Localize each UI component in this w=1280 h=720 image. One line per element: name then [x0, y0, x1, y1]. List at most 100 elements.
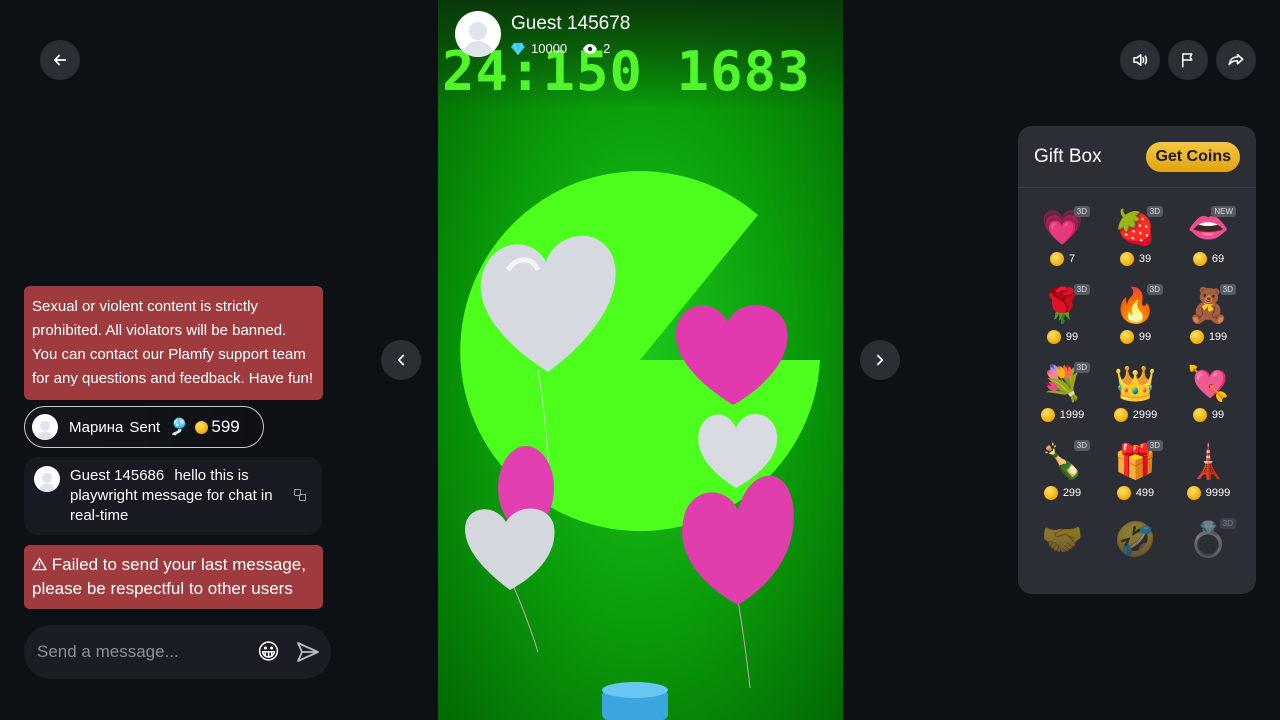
- speaker-icon: [1133, 54, 1148, 66]
- report-button[interactable]: [1168, 40, 1208, 80]
- diamond-count: 10000: [511, 41, 567, 56]
- gift-item-heart-arrow[interactable]: 💘 99: [1172, 358, 1245, 436]
- gift-item-ring[interactable]: 3D 💍: [1172, 514, 1245, 592]
- chat-message: Guest 145686 hello this is playwright me…: [24, 457, 322, 535]
- gift-box-panel: Gift Box Get Coins 3D 💗 7 3D 🍓 39 NEW 👄 69 3D 🌹 99 3…: [1018, 126, 1256, 594]
- gift-grid: 3D 💗 7 3D 🍓 39 NEW 👄 69 3D 🌹 99 3D 🔥 99 3D 🧸 199 3D 💐 1999 👑 2…: [1018, 188, 1256, 592]
- gift-item-fire[interactable]: 3D 🔥 99: [1099, 280, 1172, 358]
- coin-icon: [1043, 486, 1058, 500]
- gift-price-value: 2999: [1132, 409, 1158, 421]
- stream-video[interactable]: 24:150 1683 Guest 145678 10000 2: [438, 0, 843, 720]
- gift-price-value: 99: [1211, 409, 1225, 421]
- gift-item-gift-box-heart[interactable]: 3D 🎁 499: [1099, 436, 1172, 514]
- warning-icon: [32, 557, 47, 571]
- coin-icon: [1116, 486, 1131, 500]
- sent-label: Sent: [129, 418, 161, 436]
- previous-stream-button[interactable]: [381, 340, 421, 380]
- gift-price: 39: [1119, 252, 1152, 266]
- gift-badge: NEW: [1211, 206, 1236, 217]
- gift-badge: 3D: [1146, 440, 1163, 451]
- gift-badge: 3D: [1073, 206, 1090, 217]
- gift-item-rose[interactable]: 3D 🌹 99: [1026, 280, 1099, 358]
- gift-price: 99: [1119, 330, 1152, 344]
- gift-item-eiffel-tower[interactable]: 🗼 9999: [1172, 436, 1245, 514]
- eiffel-tower-icon: 🗼: [1187, 443, 1230, 481]
- gift-item-teddy-bear[interactable]: 3D 🧸 199: [1172, 280, 1245, 358]
- sound-button[interactable]: [1120, 40, 1160, 80]
- user-silhouette-icon: [36, 420, 54, 440]
- gift-price-value: 99: [1065, 331, 1079, 343]
- chevron-left-icon: [397, 354, 405, 366]
- hand-icon: 🤝: [1041, 521, 1084, 559]
- gift-price: 199: [1189, 330, 1227, 344]
- user-silhouette-icon: [462, 22, 494, 57]
- get-coins-button[interactable]: Get Coins: [1146, 141, 1240, 172]
- diamonds-value: 10000: [531, 41, 568, 56]
- gift-badge: 3D: [1073, 284, 1090, 295]
- gift-price-value: 1999: [1059, 409, 1085, 421]
- gift-price: 499: [1116, 486, 1155, 500]
- coin-icon: [1049, 252, 1064, 266]
- gift-price: 9999: [1186, 486, 1231, 500]
- gift-item-lips[interactable]: NEW 👄 69: [1172, 202, 1245, 280]
- sent-gift-icon: 🎐: [168, 417, 190, 436]
- coin-icon: [195, 420, 209, 434]
- send-button[interactable]: [296, 640, 320, 669]
- gift-price: 99: [1192, 408, 1225, 422]
- laughing-face-icon: 🤣: [1114, 521, 1157, 559]
- gift-chat-message: Марина Sent 🎐 599: [24, 406, 264, 448]
- share-arrow-icon: [1228, 54, 1244, 66]
- streamer-avatar[interactable]: [455, 11, 501, 57]
- coin-icon: [1113, 408, 1128, 422]
- avatar[interactable]: [32, 414, 58, 440]
- error-message: Failed to send your last message, please…: [24, 545, 323, 609]
- gift-item-follow-me-heart[interactable]: 3D 💗 7: [1026, 202, 1099, 280]
- gift-item-tiara[interactable]: 👑 2999: [1099, 358, 1172, 436]
- gift-badge: 3D: [1219, 518, 1236, 529]
- coin-icon: [1192, 408, 1207, 422]
- sender-name: Марина: [69, 418, 124, 436]
- gift-price: 299: [1043, 486, 1081, 500]
- avatar[interactable]: [34, 466, 60, 492]
- streamer-info[interactable]: Guest 145678 10000 2: [455, 11, 630, 57]
- gift-price: 2999: [1113, 408, 1158, 422]
- gift-item-rose-bouquet[interactable]: 3D 💐 1999: [1026, 358, 1099, 436]
- gift-price: 7: [1049, 252, 1076, 266]
- gift-item-hand[interactable]: 🤝: [1026, 514, 1099, 592]
- message-composer: 😀: [24, 625, 331, 679]
- gift-item-champagne[interactable]: 3D 🍾 299: [1026, 436, 1099, 514]
- send-icon: [297, 642, 319, 662]
- next-stream-button[interactable]: [860, 340, 900, 380]
- viewers-value: 2: [603, 41, 611, 56]
- coin-icon: [1040, 408, 1055, 422]
- gift-price-value: 7: [1068, 253, 1076, 265]
- gift-price-value: 9999: [1205, 487, 1231, 499]
- message-author: Guest 145686: [70, 467, 165, 484]
- gift-badge: 3D: [1073, 362, 1090, 373]
- share-button[interactable]: [1216, 40, 1256, 80]
- gift-amount: 599: [211, 417, 240, 436]
- coin-icon: [1046, 330, 1061, 344]
- gift-price-value: 99: [1138, 331, 1152, 343]
- arrow-left-icon: [53, 54, 67, 66]
- message-input[interactable]: [37, 642, 247, 662]
- gift-badge: 3D: [1146, 206, 1163, 217]
- gift-price-value: 69: [1211, 253, 1225, 265]
- translate-icon[interactable]: [294, 489, 306, 504]
- rules-notice: Sexual or violent content is strictly pr…: [24, 286, 323, 400]
- tiara-icon: 👑: [1114, 365, 1157, 403]
- gift-box-title: Gift Box: [1034, 145, 1102, 167]
- back-button[interactable]: [40, 40, 80, 80]
- emoji-button[interactable]: 😀: [257, 639, 280, 665]
- coin-icon: [1119, 252, 1134, 266]
- error-text: Failed to send your last message, please…: [32, 555, 306, 598]
- gift-price-value: 39: [1138, 253, 1152, 265]
- gift-price-value: 499: [1135, 487, 1155, 499]
- gift-item-laughing-face[interactable]: 🤣: [1099, 514, 1172, 592]
- chevron-right-icon: [876, 354, 884, 366]
- coin-icon: [1119, 330, 1134, 344]
- viewer-count: 2: [583, 41, 610, 56]
- user-silhouette-icon: [38, 472, 56, 492]
- gift-item-strawberry[interactable]: 3D 🍓 39: [1099, 202, 1172, 280]
- gift-badge: 3D: [1073, 440, 1090, 451]
